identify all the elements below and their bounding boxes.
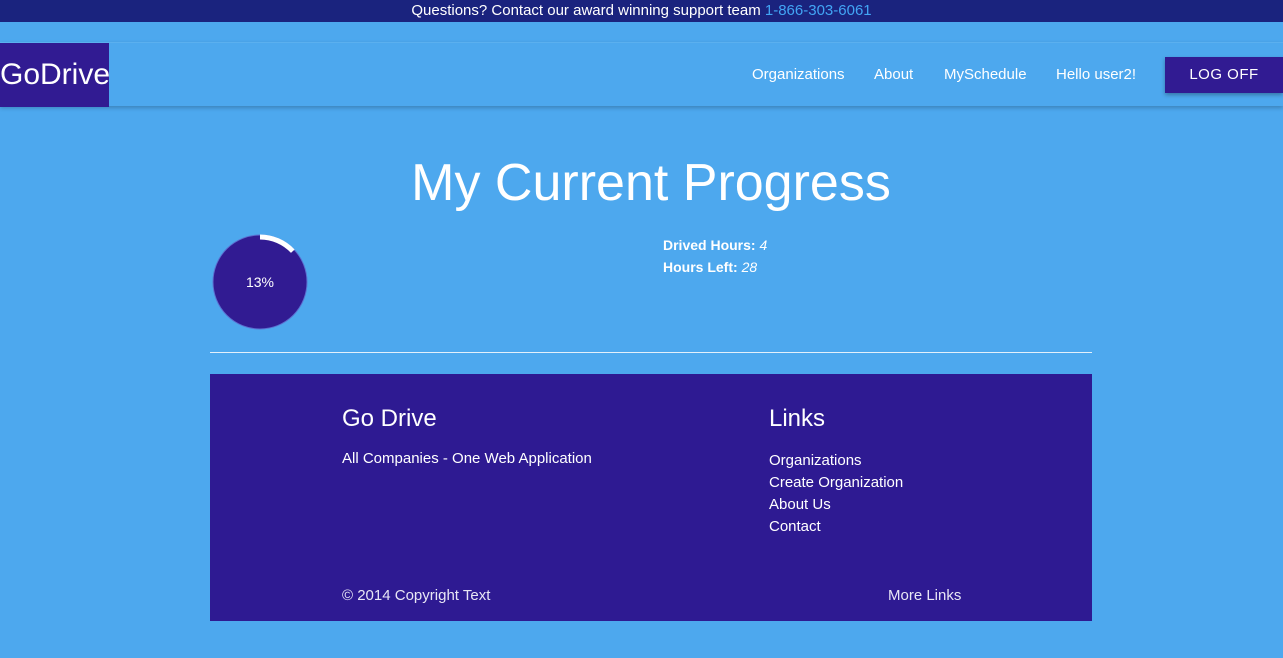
drived-hours-row: Drived Hours: 4 xyxy=(663,234,767,256)
nav-link-about[interactable]: About xyxy=(874,43,913,107)
footer-more-links[interactable]: More Links xyxy=(888,587,961,604)
support-message: Questions? Contact our award winning sup… xyxy=(411,2,761,19)
footer-links-heading: Links xyxy=(769,405,826,432)
navbar: GoDrive Organizations About MySchedule H… xyxy=(0,42,1283,107)
drived-hours-label: Drived Hours: xyxy=(663,237,756,253)
hours-left-label: Hours Left: xyxy=(663,259,738,275)
footer: Go Drive All Companies - One Web Applica… xyxy=(210,374,1092,621)
support-phone-link[interactable]: 1-866-303-6061 xyxy=(765,2,872,19)
progress-gauge: 13% xyxy=(212,234,308,330)
footer-brand-heading: Go Drive xyxy=(342,405,437,432)
nav-link-myschedule[interactable]: MySchedule xyxy=(944,43,1027,107)
support-bar: Questions? Contact our award winning sup… xyxy=(0,0,1283,22)
footer-link-about-us[interactable]: About Us xyxy=(769,494,903,516)
user-greeting[interactable]: Hello user2! xyxy=(1056,43,1136,107)
progress-stats: Drived Hours: 4 Hours Left: 28 xyxy=(663,234,767,278)
nav-link-organizations[interactable]: Organizations xyxy=(752,43,845,107)
footer-link-organizations[interactable]: Organizations xyxy=(769,450,903,472)
brand-logo[interactable]: GoDrive xyxy=(0,43,109,107)
section-divider xyxy=(210,352,1092,353)
hours-left-value: 28 xyxy=(741,259,758,275)
footer-links-list: Organizations Create Organization About … xyxy=(769,450,903,538)
footer-tagline: All Companies - One Web Application xyxy=(342,450,592,467)
progress-percent-label: 13% xyxy=(246,274,274,290)
log-off-button[interactable]: LOG OFF xyxy=(1165,57,1283,93)
footer-link-create-organization[interactable]: Create Organization xyxy=(769,472,903,494)
footer-link-contact[interactable]: Contact xyxy=(769,516,903,538)
footer-copyright: © 2014 Copyright Text xyxy=(342,587,491,604)
drived-hours-value: 4 xyxy=(759,237,768,253)
page-title: My Current Progress xyxy=(411,154,891,212)
hours-left-row: Hours Left: 28 xyxy=(663,256,767,278)
